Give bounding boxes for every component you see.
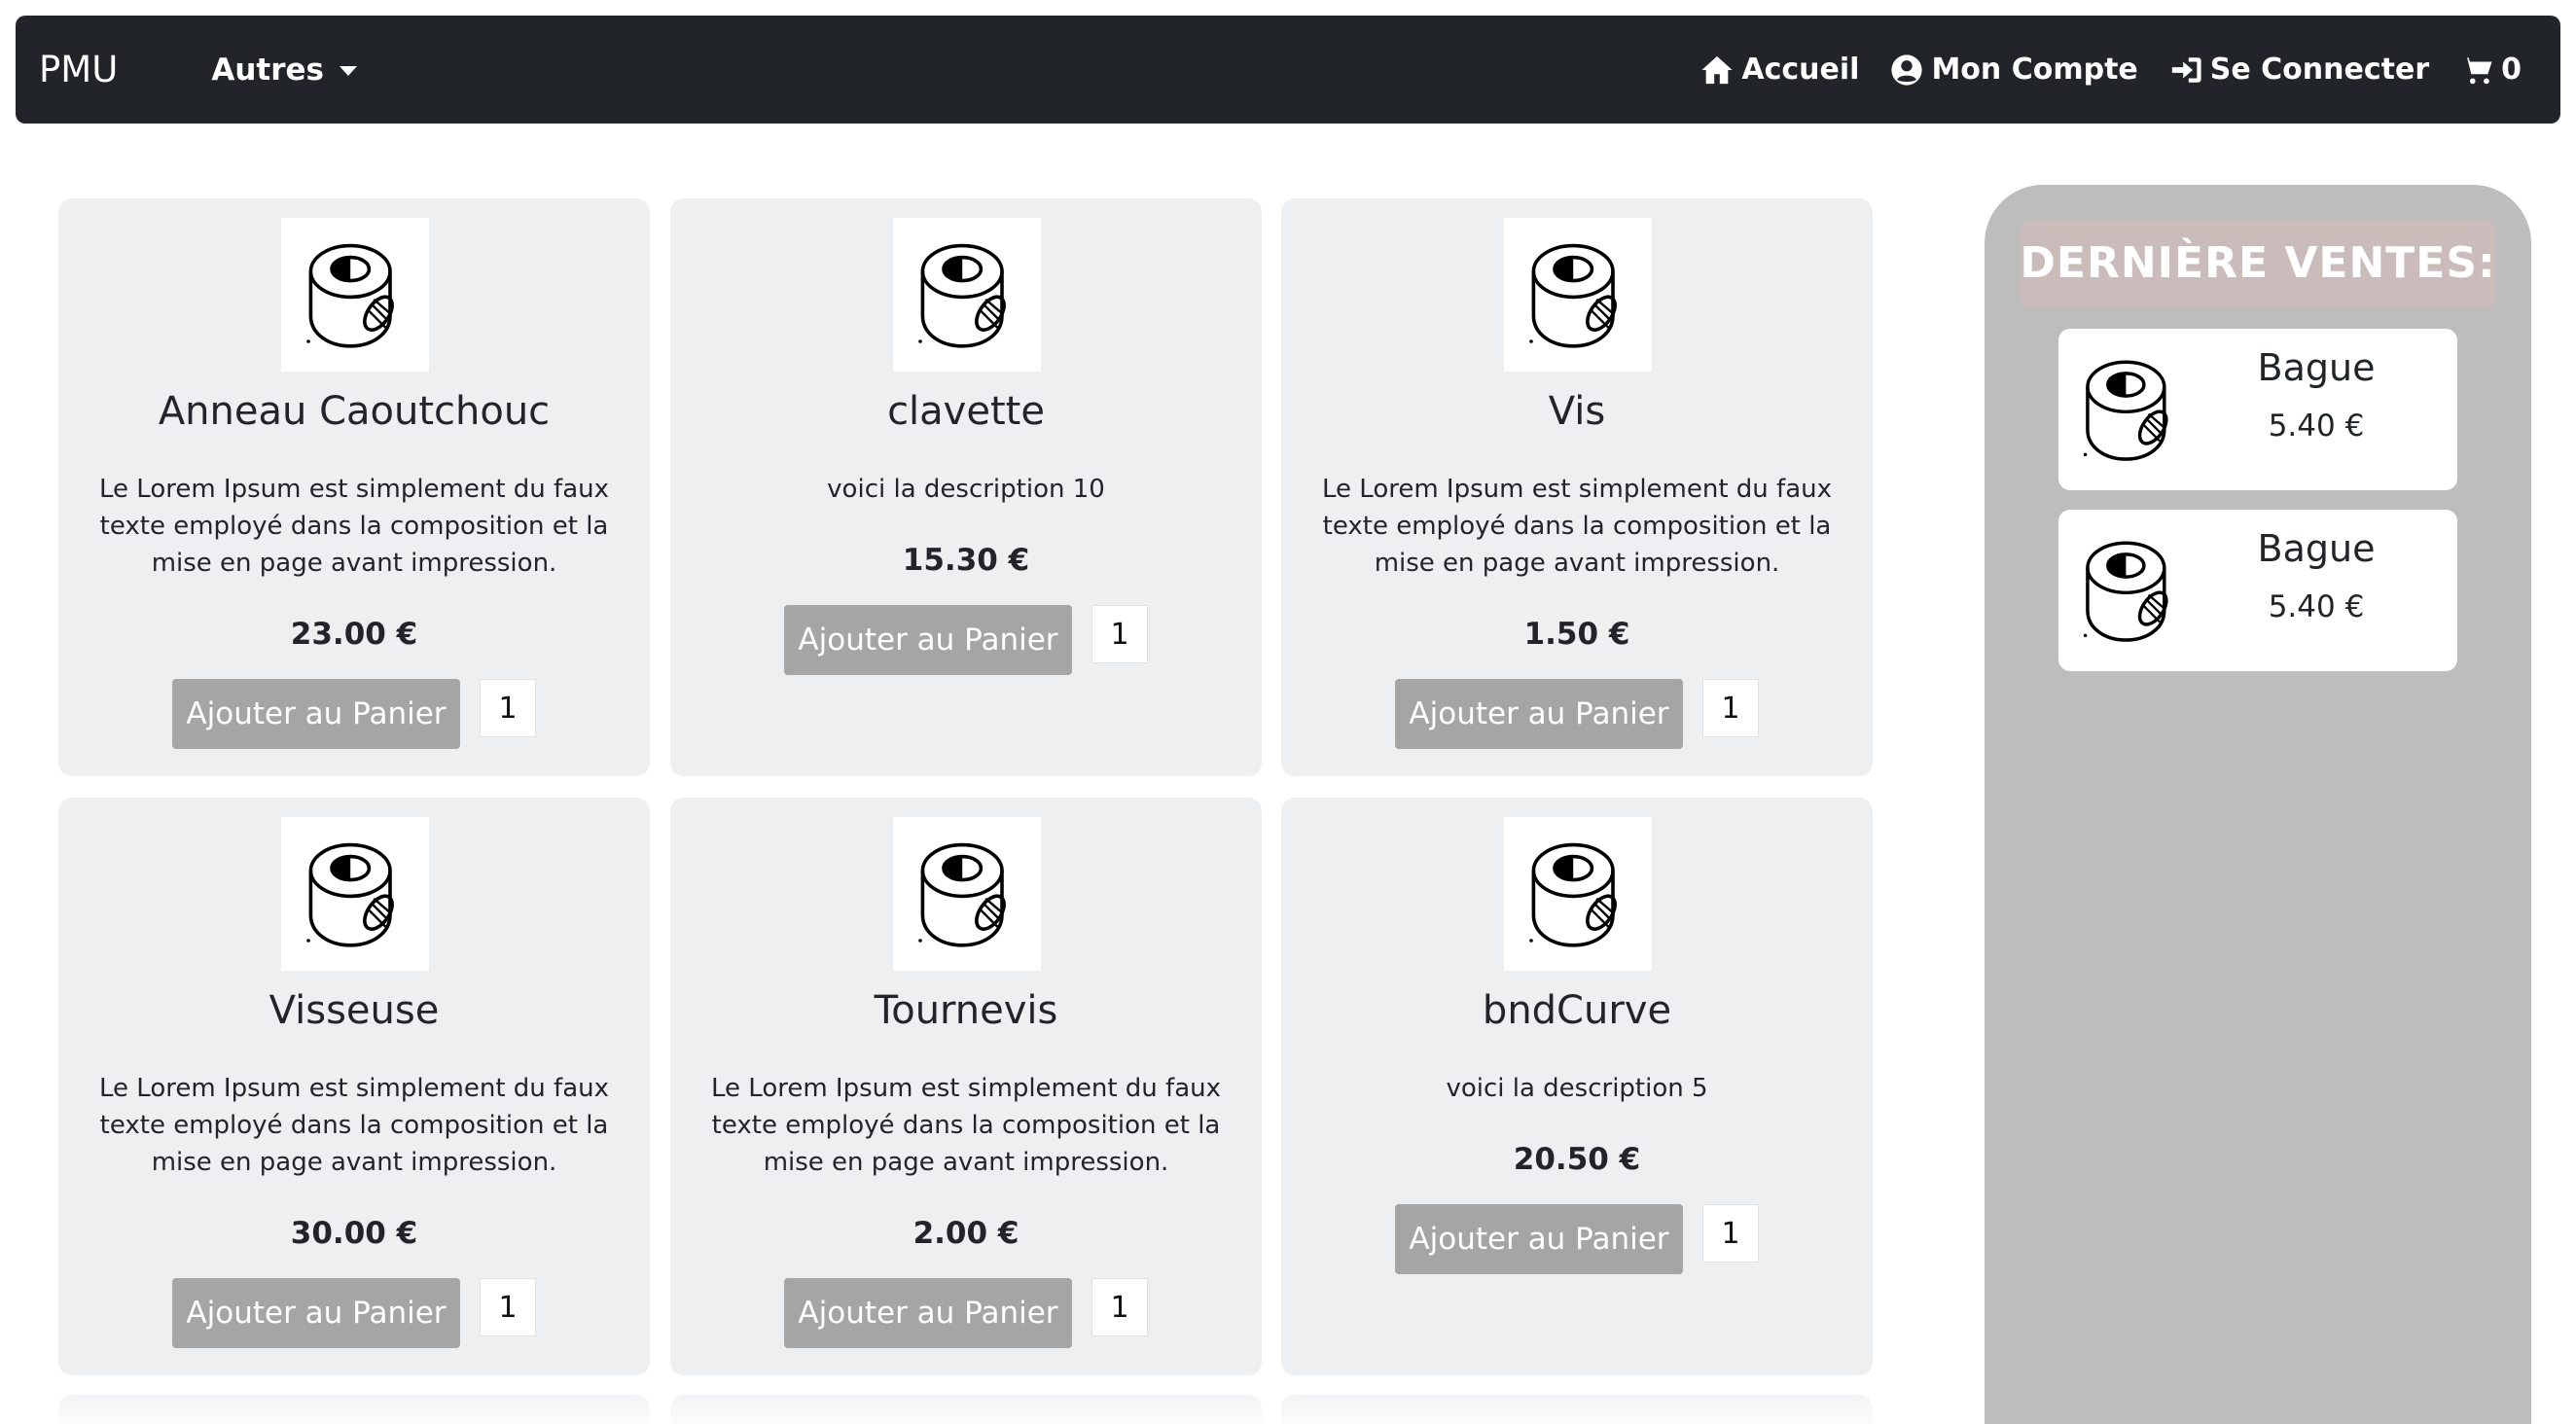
add-to-cart-button[interactable]: Ajouter au Panier <box>784 1278 1072 1348</box>
home-icon <box>1701 55 1733 84</box>
nav-link-accueil[interactable]: Accueil <box>1700 53 1859 87</box>
quantity-input[interactable] <box>1091 1278 1148 1336</box>
product-card-partial <box>670 1395 1262 1424</box>
product-image <box>893 817 1041 971</box>
latest-sales-sidebar: DERNIÈRE VENTES: Bague 5.40 € Bague 5.40… <box>1985 185 2531 1424</box>
nav-links: Accueil Mon Compte Se Connecter 0 <box>1700 16 2522 124</box>
navbar: PMU Autres Accueil Mon Compte Se Connect… <box>16 16 2560 124</box>
product-actions: Ajouter au Panier <box>670 1278 1262 1348</box>
quantity-input[interactable] <box>480 679 536 737</box>
add-to-cart-button[interactable]: Ajouter au Panier <box>172 1278 460 1348</box>
product-name: Anneau Caoutchouc <box>158 389 551 434</box>
product-card: Tournevis Le Lorem Ipsum est simplement … <box>670 798 1262 1375</box>
product-name: bndCurve <box>1482 988 1672 1033</box>
product-image <box>1504 218 1652 372</box>
product-card-partial <box>58 1395 650 1424</box>
autres-dropdown-label: Autres <box>211 52 324 88</box>
product-card-partial <box>1281 1395 1873 1424</box>
nav-link-mon-compte-label: Mon Compte <box>1931 53 2138 87</box>
product-name: clavette <box>887 389 1045 434</box>
sale-price: 5.40 € <box>2268 409 2365 444</box>
caret-down-icon <box>339 65 357 76</box>
quantity-input[interactable] <box>480 1278 536 1336</box>
add-to-cart-button[interactable]: Ajouter au Panier <box>172 679 460 749</box>
brand-logo[interactable]: PMU <box>39 49 118 90</box>
product-image <box>893 218 1041 372</box>
sale-image <box>2072 342 2189 477</box>
cart-count: 0 <box>2501 53 2522 87</box>
user-circle-icon <box>1891 53 1923 86</box>
product-price: 20.50 € <box>1513 1142 1641 1177</box>
nav-link-se-connecter-label: Se Connecter <box>2209 53 2430 87</box>
sale-name: Bague <box>2257 527 2376 570</box>
add-to-cart-button[interactable]: Ajouter au Panier <box>1395 1204 1683 1274</box>
product-actions: Ajouter au Panier <box>1281 1204 1873 1274</box>
product-description: Le Lorem Ipsum est simplement du faux te… <box>99 475 609 578</box>
product-name: Tournevis <box>874 988 1058 1033</box>
product-price: 30.00 € <box>290 1216 418 1251</box>
quantity-input[interactable] <box>1091 605 1148 663</box>
product-description: Le Lorem Ipsum est simplement du faux te… <box>99 1074 609 1177</box>
quantity-input[interactable] <box>1702 679 1759 737</box>
product-name: Visseuse <box>268 988 440 1033</box>
product-image <box>1504 817 1652 971</box>
add-to-cart-button[interactable]: Ajouter au Panier <box>784 605 1072 675</box>
product-image <box>281 817 429 971</box>
autres-dropdown[interactable]: Autres <box>211 53 357 88</box>
sale-image <box>2072 523 2189 658</box>
nav-link-accueil-label: Accueil <box>1741 53 1860 87</box>
product-price: 2.00 € <box>912 1216 1020 1251</box>
product-actions: Ajouter au Panier <box>58 679 650 749</box>
product-actions: Ajouter au Panier <box>58 1278 650 1348</box>
latest-sales-title: DERNIÈRE VENTES: <box>2020 220 2496 307</box>
product-card: bndCurve voici la description 5 20.50 € … <box>1281 798 1873 1375</box>
product-card: clavette voici la description 10 15.30 €… <box>670 198 1262 776</box>
product-description: Le Lorem Ipsum est simplement du faux te… <box>711 1074 1221 1177</box>
product-card: Anneau Caoutchouc Le Lorem Ipsum est sim… <box>58 198 650 776</box>
product-card: Vis Le Lorem Ipsum est simplement du fau… <box>1281 198 1873 776</box>
nav-link-mon-compte[interactable]: Mon Compte <box>1890 53 2138 87</box>
product-price: 23.00 € <box>290 617 418 652</box>
shopping-cart-icon <box>2461 56 2492 84</box>
product-image <box>281 218 429 372</box>
nav-link-cart[interactable]: 0 <box>2460 53 2522 87</box>
sale-price: 5.40 € <box>2268 589 2365 624</box>
sign-in-icon <box>2171 56 2201 83</box>
product-price: 1.50 € <box>1523 617 1630 652</box>
sale-name: Bague <box>2257 346 2376 389</box>
quantity-input[interactable] <box>1702 1204 1759 1263</box>
add-to-cart-button[interactable]: Ajouter au Panier <box>1395 679 1683 749</box>
product-name: Vis <box>1548 389 1606 434</box>
product-price: 15.30 € <box>902 543 1030 578</box>
sale-item[interactable]: Bague 5.40 € <box>2058 329 2457 490</box>
product-description: voici la description 10 <box>827 475 1105 504</box>
nav-link-se-connecter[interactable]: Se Connecter <box>2169 53 2429 87</box>
product-description: Le Lorem Ipsum est simplement du faux te… <box>1322 475 1832 578</box>
product-actions: Ajouter au Panier <box>1281 679 1873 749</box>
sale-item[interactable]: Bague 5.40 € <box>2058 510 2457 671</box>
product-description: voici la description 5 <box>1446 1074 1708 1103</box>
product-card: Visseuse Le Lorem Ipsum est simplement d… <box>58 798 650 1375</box>
product-actions: Ajouter au Panier <box>670 605 1262 675</box>
